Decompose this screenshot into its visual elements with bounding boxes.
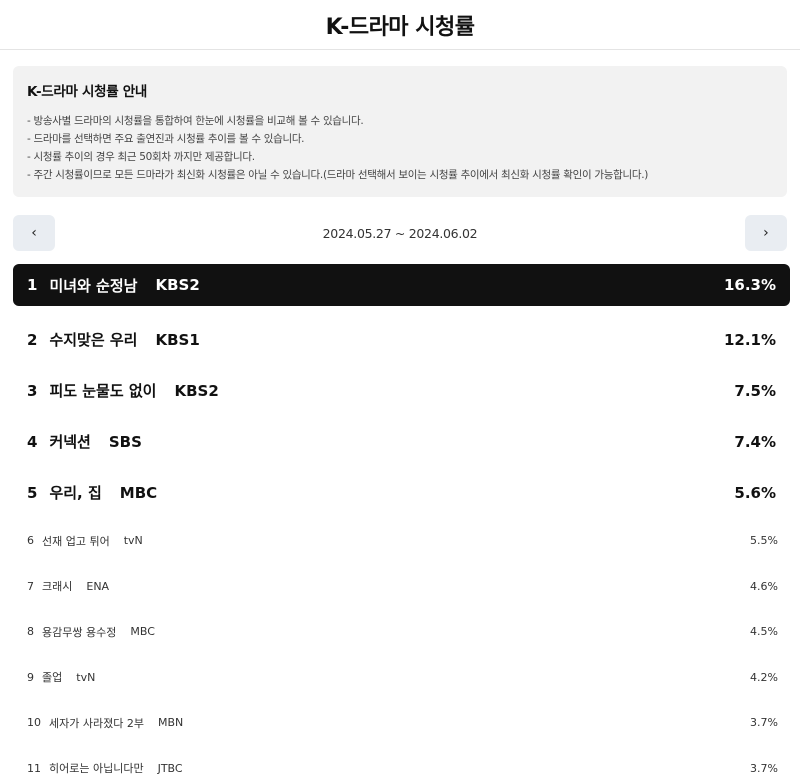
network-name: KBS1 xyxy=(155,330,200,349)
notice-line: - 드라마를 선택하면 주요 출연진과 시청률 추이를 볼 수 있습니다. xyxy=(27,133,305,145)
rank-number: 10 xyxy=(27,716,41,730)
rank-number: 2 xyxy=(27,330,38,349)
page-header: K-드라마 시청률 xyxy=(0,0,800,50)
page-title: K-드라마 시청률 xyxy=(325,14,475,40)
drama-title: 피도 눈물도 없이 xyxy=(49,382,157,400)
network-name: ENA xyxy=(86,579,110,593)
rating-value: 5.5% xyxy=(750,534,778,548)
drama-title: 우리, 집 xyxy=(49,484,102,502)
week-range: 2024.05.27 ~ 2024.06.02 xyxy=(322,225,478,241)
rank-number: 3 xyxy=(27,381,38,400)
drama-title: 선재 업고 튀어 xyxy=(42,534,110,548)
rank-number: 9 xyxy=(27,670,34,684)
notice-list: - 방송사별 드라마의 시청률을 통합하여 한눈에 시청률을 비교해 볼 수 있… xyxy=(27,112,773,184)
chevron-left-icon: ‹ xyxy=(31,225,37,241)
network-name: MBC xyxy=(130,625,155,639)
chevron-right-icon: › xyxy=(763,225,769,241)
network-name: tvN xyxy=(123,534,143,548)
ranking-row[interactable]: 1 미녀와 순정남 KBS2 16.3% xyxy=(13,264,790,306)
drama-title: 수지맞은 우리 xyxy=(49,331,138,349)
rank-number: 1 xyxy=(27,276,38,294)
notice-title: K-드라마 시청률 안내 xyxy=(27,84,148,100)
rating-value: 4.5% xyxy=(750,625,778,639)
ranking-row[interactable]: 8 용감무쌍 용수정 MBC 4.5% xyxy=(13,609,790,655)
ranking-row[interactable]: 7 크래시 ENA 4.6% xyxy=(13,564,790,610)
rating-value: 3.7% xyxy=(750,716,778,730)
drama-title: 커넥션 xyxy=(49,433,91,451)
rating-value: 7.4% xyxy=(734,432,776,451)
network-name: SBS xyxy=(108,432,142,451)
drama-title: 세자가 사라졌다 2부 xyxy=(49,716,144,730)
rating-value: 7.5% xyxy=(734,381,776,400)
network-name: MBC xyxy=(119,483,158,502)
week-navigator: ‹ 2024.05.27 ~ 2024.06.02 › xyxy=(13,215,787,251)
notice-line: - 시청률 추이의 경우 최근 50회차 까지만 제공합니다. xyxy=(27,151,255,163)
rating-value: 4.6% xyxy=(750,579,778,593)
network-name: KBS2 xyxy=(155,276,200,294)
prev-week-button[interactable]: ‹ xyxy=(13,215,55,251)
notice-line: - 주간 시청률이므로 모든 드마라가 최신화 시청률은 아닐 수 있습니다.(… xyxy=(27,169,649,181)
rating-value: 4.2% xyxy=(750,670,778,684)
network-name: tvN xyxy=(76,670,96,684)
rating-value: 3.7% xyxy=(750,761,778,775)
drama-title: 졸업 xyxy=(42,671,63,685)
rank-number: 8 xyxy=(27,625,34,639)
ranking-row[interactable]: 9 졸업 tvN 4.2% xyxy=(13,655,790,701)
ratings-list: 1 미녀와 순정남 KBS2 16.3% 2 수지맞은 우리 KBS1 12.1% 3피… xyxy=(13,264,790,775)
ranking-row[interactable]: 5 우리, 집 MBC 5.6% xyxy=(13,467,790,518)
next-week-button[interactable]: › xyxy=(744,215,787,251)
rank-number: 5 xyxy=(27,483,38,502)
drama-title: 크래시 xyxy=(42,580,73,594)
ranking-row[interactable]: 2 수지맞은 우리 KBS1 12.1% xyxy=(13,314,790,365)
rating-value: 16.3% xyxy=(723,276,776,294)
rank-number: 7 xyxy=(27,579,34,593)
network-name: JTBC xyxy=(157,761,183,775)
rank-number: 4 xyxy=(27,432,38,451)
info-notice: K-드라마 시청률 안내 - 방송사별 드라마의 시청률을 통합하여 한눈에 시… xyxy=(13,66,787,197)
notice-line: - 방송사별 드라마의 시청률을 통합하여 한눈에 시청률을 비교해 볼 수 있… xyxy=(27,115,364,127)
rank-number: 6 xyxy=(27,534,34,548)
network-name: KBS2 xyxy=(174,381,219,400)
ranking-row[interactable]: 3 피도 눈물도 없이 KBS2 7.5% xyxy=(13,365,790,416)
network-name: MBN xyxy=(157,716,184,730)
rating-value: 12.1% xyxy=(723,330,776,349)
drama-title: 용감무쌍 용수정 xyxy=(42,625,117,639)
rating-value: 5.6% xyxy=(734,483,776,502)
ranking-row[interactable]: 10 세자가 사라졌다 2부 MBN 3.7% xyxy=(13,700,790,746)
drama-title: 미녀와 순정남 xyxy=(49,276,138,295)
drama-title: 히어로는 아닙니다만 xyxy=(49,762,144,775)
ranking-row[interactable]: 11 히어로는 아닙니다만 JTBC 3.7% xyxy=(13,746,790,775)
ranking-row[interactable]: 4 커넥션 SBS 7.4% xyxy=(13,416,790,467)
ranking-row[interactable]: 6 선재 업고 튀어 tvN 5.5% xyxy=(13,518,790,564)
rank-number: 11 xyxy=(27,761,41,775)
